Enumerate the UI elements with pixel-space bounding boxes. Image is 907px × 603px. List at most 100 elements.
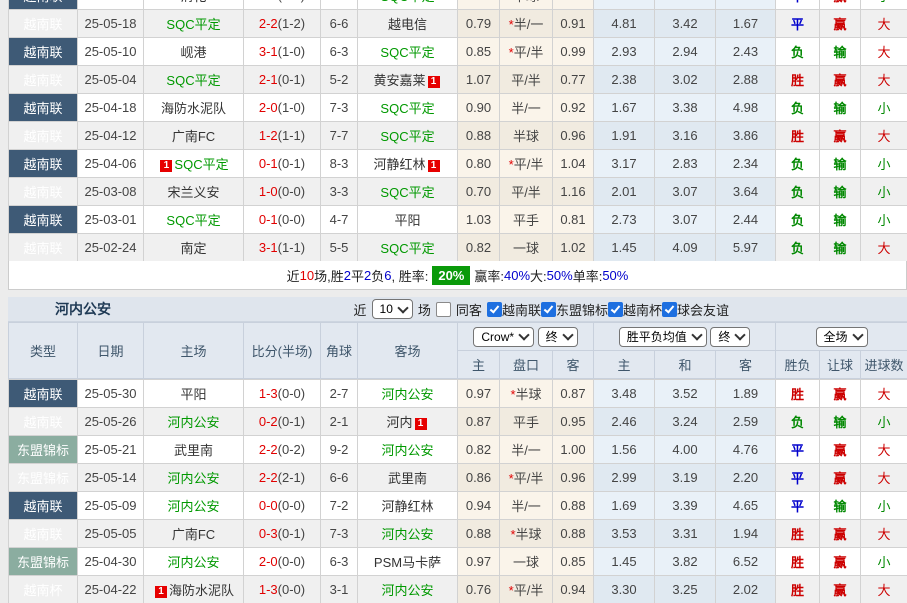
- handicap-result-cell: 赢: [820, 548, 861, 576]
- header-eu-home: 主: [594, 351, 655, 379]
- chevron-down-icon: [735, 329, 746, 340]
- wdl-result-cell: 平: [776, 0, 820, 10]
- handicap-result-cell-value: 输: [833, 499, 846, 514]
- summary-text: 赢率:: [474, 266, 504, 285]
- wdl-result-cell: 负: [776, 178, 820, 206]
- match-row: 越南联25-05-04SQC平定2-1(0-1)5-2黄安嘉莱11.07平/半0…: [9, 66, 907, 94]
- away-team-name: SQC平定: [380, 129, 434, 144]
- scope-select[interactable]: 全场: [816, 327, 868, 347]
- eu-draw-odds-cell: 3.07: [655, 178, 716, 206]
- wdl-result-cell-value: 负: [791, 45, 804, 60]
- ah-home-odds-cell: 0.97: [458, 548, 500, 576]
- match-row: 越南联25-04-061SQC平定0-1(0-1)8-3河静红林10.80*平/…: [9, 150, 907, 178]
- club-friendly-checkbox[interactable]: [662, 302, 677, 317]
- league-type-cell: 越南联: [9, 38, 78, 66]
- score-cell: 1-1(1-0): [244, 0, 321, 10]
- eu-time-select[interactable]: 终: [710, 327, 750, 347]
- asean-championship-checkbox[interactable]: [541, 302, 556, 317]
- handicap-result-cell: 赢: [820, 10, 861, 38]
- away-team-cell: 河内公安: [358, 380, 458, 408]
- away-team-name: SQC平定: [380, 241, 434, 256]
- home-team-cell: SQC平定: [144, 66, 244, 94]
- section-gap: [0, 290, 907, 297]
- score-cell: 3-1(1-1): [244, 234, 321, 262]
- corner-cell: 2-1: [321, 408, 358, 436]
- eu-home-odds-cell: 1.45: [594, 234, 655, 262]
- eu-away-odds-cell: 2.20: [716, 464, 776, 492]
- wdl-result-cell: 胜: [776, 576, 820, 603]
- goals-result-cell: 大: [861, 576, 907, 603]
- wdl-result-cell-value: 负: [791, 101, 804, 116]
- goals-result-cell-value: 小: [877, 185, 890, 200]
- goals-result-cell-value: 小: [877, 415, 890, 430]
- handicap-result-cell-value: 输: [833, 101, 846, 116]
- vn-cup-checkbox[interactable]: [608, 302, 623, 317]
- wdl-result-cell: 负: [776, 234, 820, 262]
- recent-count-select[interactable]: 10: [372, 299, 413, 319]
- handicap-result-cell: 赢: [820, 464, 861, 492]
- corner-cell: 5-2: [321, 66, 358, 94]
- handicap-result-cell-value: 赢: [833, 129, 846, 144]
- eu-draw-odds-cell: 3.24: [655, 408, 716, 436]
- home-team-cell: 1SQC平定: [144, 150, 244, 178]
- away-team-cell: 河静红林: [358, 492, 458, 520]
- filter-bar: 近 10 场 同客 越南联东盟锦标越南杯球会友谊: [354, 299, 729, 319]
- home-team-name: 河内公安: [167, 415, 219, 430]
- handicap-result-cell-value: 输: [833, 45, 846, 60]
- halftime-score: (0-1): [278, 414, 305, 429]
- eu-home-odds-cell: 3.53: [594, 520, 655, 548]
- ah-home-odds-cell: 1.07: [458, 66, 500, 94]
- goals-result-cell: 小: [861, 548, 907, 576]
- halftime-score: (0-0): [278, 212, 305, 227]
- handicap-text: 平/半: [514, 45, 544, 60]
- handicap-result-cell: 输: [820, 492, 861, 520]
- handicap-cell: *平/半: [500, 576, 553, 603]
- ah-home-odds-cell: 0.97: [458, 380, 500, 408]
- summary-text: 平: [351, 266, 364, 285]
- away-team-name: 黄安嘉莱: [373, 73, 425, 88]
- home-team-cell: SQC平定: [144, 206, 244, 234]
- home-team-name: 岘港: [180, 45, 206, 60]
- ah-away-odds-cell: 1.04: [553, 150, 594, 178]
- wdl-result-cell-value: 平: [791, 499, 804, 514]
- summary-text: 近: [287, 266, 300, 285]
- bookmaker-select[interactable]: Crow*: [473, 327, 534, 347]
- wdl-result-cell: 胜: [776, 548, 820, 576]
- wdl-result-cell-value: 负: [791, 241, 804, 256]
- vn-league-checkbox[interactable]: [487, 302, 502, 317]
- wdl-result-cell: 平: [776, 436, 820, 464]
- ah-time-select[interactable]: 终: [538, 327, 578, 347]
- header-ah-away: 客: [553, 351, 594, 379]
- halftime-score: (0-0): [278, 554, 305, 569]
- date-cell: 25-05-10: [78, 38, 144, 66]
- match-row: 越南联25-03-01SQC平定0-1(0-0)4-7平阳1.03平手0.812…: [9, 206, 907, 234]
- league-type-cell: 越南联: [9, 380, 78, 408]
- away-team-name: 武里南: [388, 471, 427, 486]
- wdl-result-cell-value: 胜: [791, 387, 804, 402]
- home-team-name: SQC平定: [174, 157, 228, 172]
- eu-away-odds-cell: 3.86: [716, 122, 776, 150]
- summary-text: 单率:: [573, 266, 603, 285]
- home-team-name: 平阳: [180, 387, 206, 402]
- goals-result-cell: 小: [861, 178, 907, 206]
- ah-home-odds-cell: 0.88: [458, 520, 500, 548]
- handicap-result-cell-value: 输: [833, 185, 846, 200]
- corner-cell: 3-1: [321, 576, 358, 603]
- home-team-cell: 南定: [144, 234, 244, 262]
- league-type-cell: 越南联: [9, 206, 78, 234]
- eu-draw-odds-cell: 4.00: [655, 436, 716, 464]
- eu-home-odds-cell: 3.30: [594, 576, 655, 603]
- date-cell: 25-05-26: [78, 408, 144, 436]
- ah-home-odds-cell: 0.86: [458, 464, 500, 492]
- eu-away-odds-cell: 2.34: [716, 150, 776, 178]
- ah-home-odds-cell: 0.85: [458, 38, 500, 66]
- wdl-result-cell: 平: [776, 10, 820, 38]
- chevron-down-icon: [397, 302, 408, 313]
- handicap-result-cell: 输: [820, 94, 861, 122]
- same-away-checkbox[interactable]: [436, 302, 451, 317]
- match-row: 越南联25-05-09河内公安0-0(0-0)7-2河静红林0.94半/一0.8…: [9, 492, 907, 520]
- eu-mean-select[interactable]: 胜平负均值: [619, 327, 707, 347]
- header-wdl: 胜负: [776, 351, 820, 379]
- goals-result-cell-value: 大: [877, 583, 890, 598]
- league-type-cell: 越南联: [9, 122, 78, 150]
